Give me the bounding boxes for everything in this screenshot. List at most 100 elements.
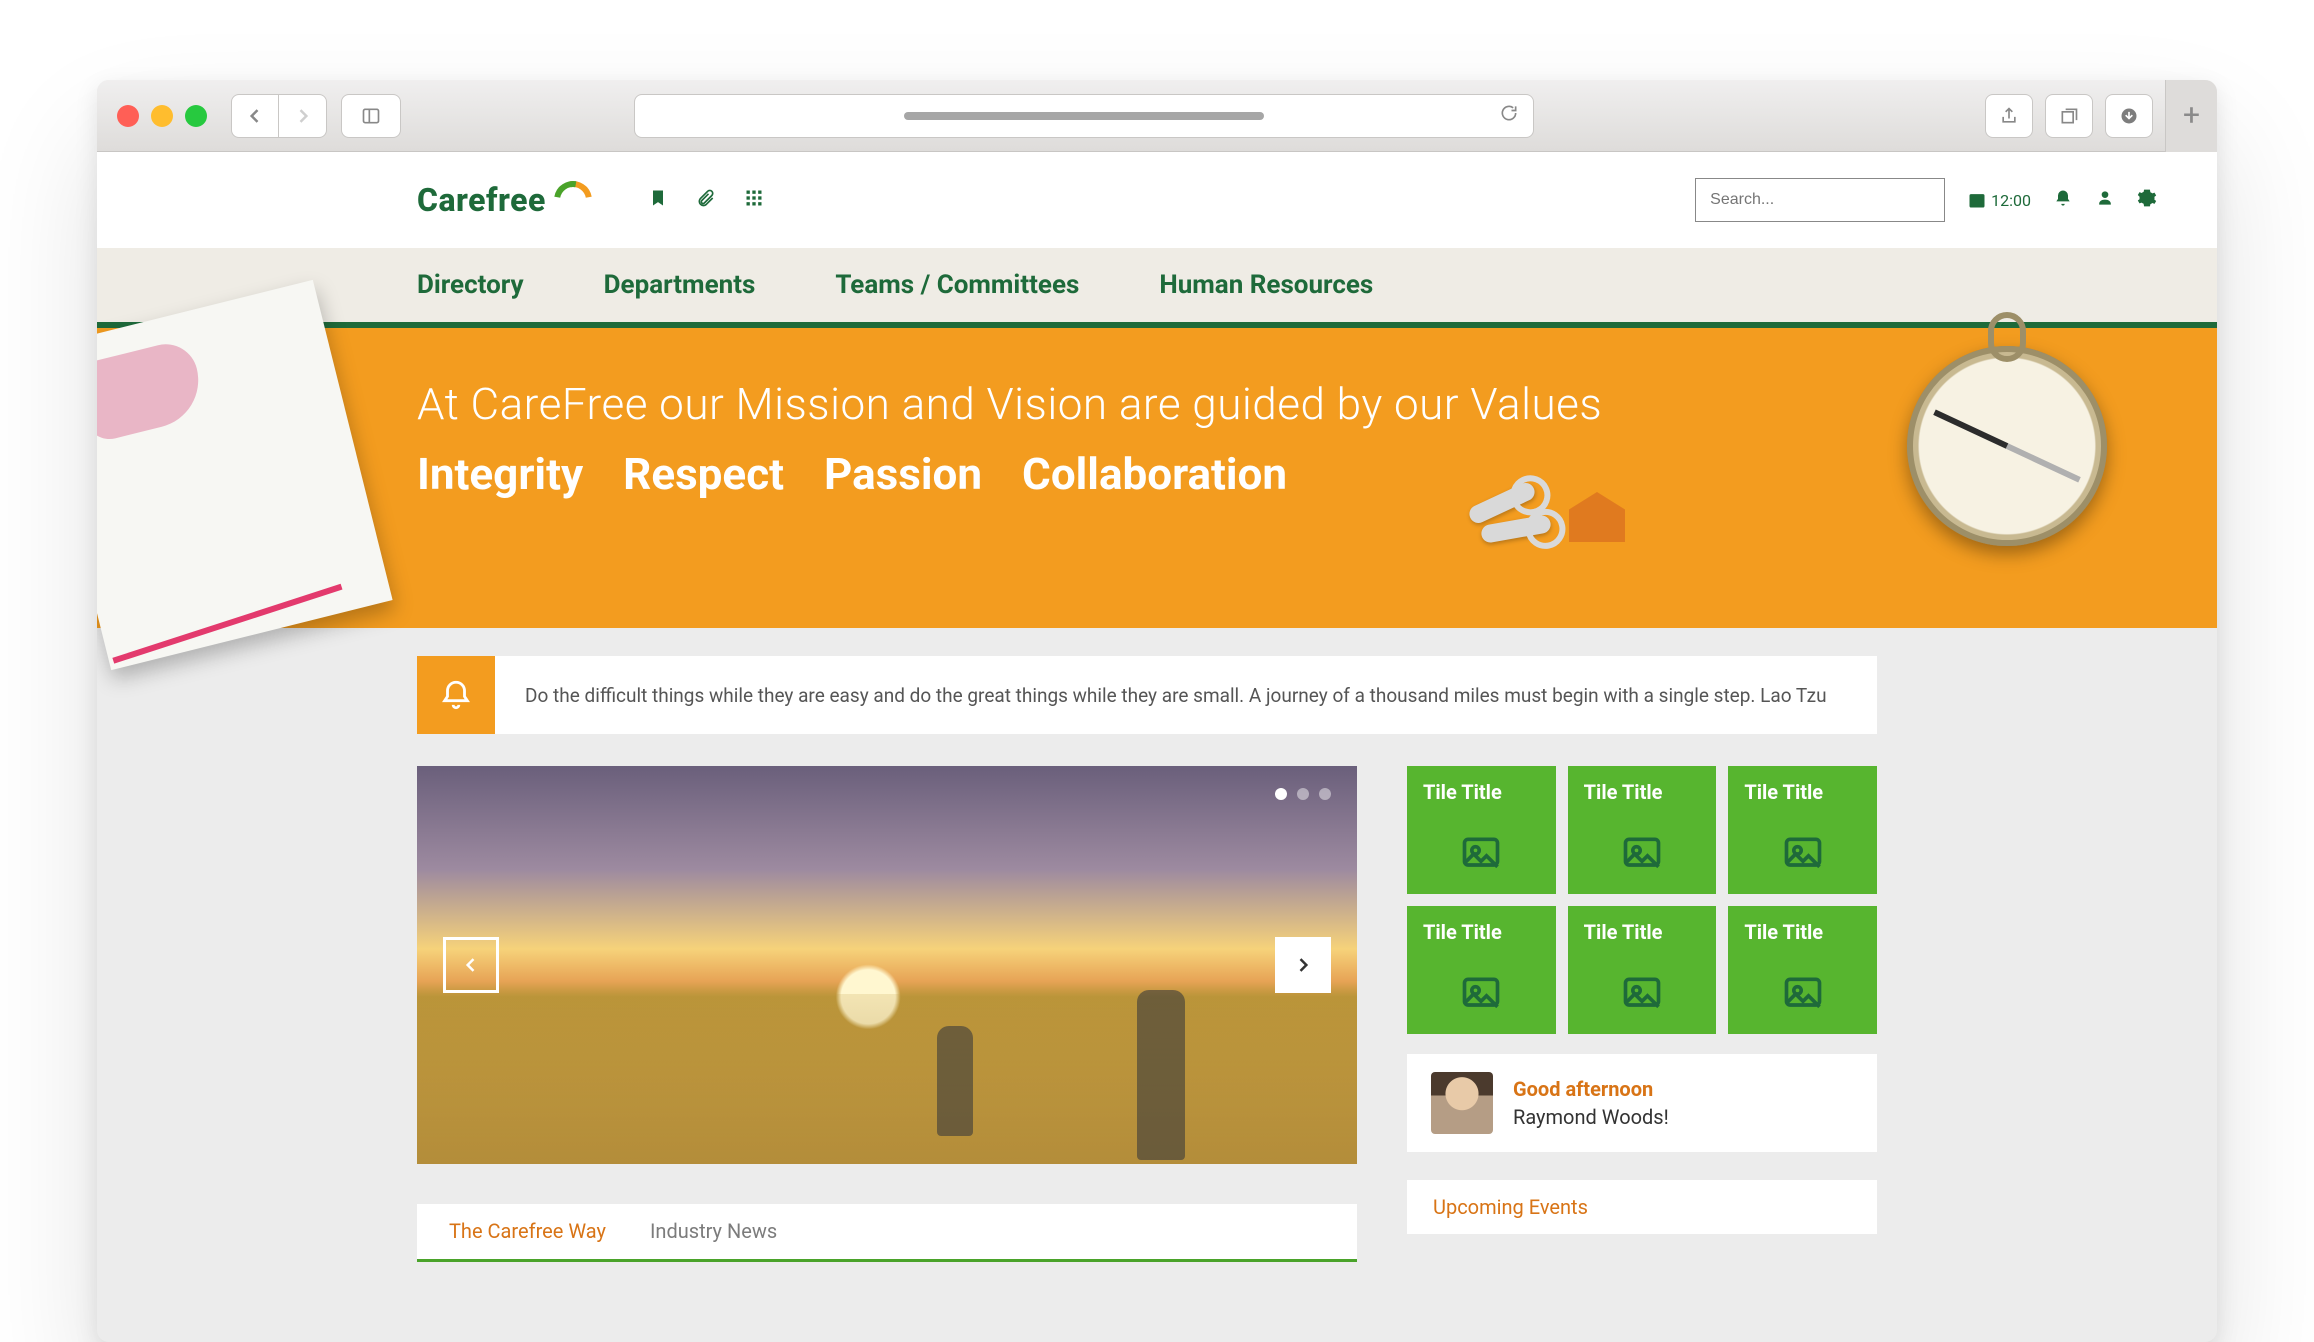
hero-value: Integrity: [417, 448, 583, 500]
minimize-window-button[interactable]: [151, 105, 173, 127]
hero-value: Collaboration: [1022, 448, 1287, 500]
attachment-button[interactable]: [696, 188, 716, 213]
share-button[interactable]: [1985, 94, 2033, 138]
main-column: The Carefree Way Industry News: [417, 766, 1357, 1262]
chevron-left-icon: [461, 955, 481, 975]
gear-icon: [2137, 188, 2157, 208]
tab-industry-news[interactable]: Industry News: [650, 1219, 777, 1259]
image-icon: [1781, 832, 1825, 880]
tile[interactable]: Tile Title: [1407, 766, 1556, 894]
nav-item-departments[interactable]: Departments: [604, 270, 756, 300]
avatar: [1431, 1072, 1493, 1134]
maximize-window-button[interactable]: [185, 105, 207, 127]
carousel-prev-button[interactable]: [443, 937, 499, 993]
tile[interactable]: Tile Title: [1568, 766, 1717, 894]
carousel-dot[interactable]: [1297, 788, 1309, 800]
tile-title: Tile Title: [1423, 780, 1540, 804]
carousel-next-button[interactable]: [1275, 937, 1331, 993]
brand-logo[interactable]: Carefree: [417, 179, 594, 221]
image-icon: [1620, 972, 1664, 1020]
clock[interactable]: 12:00: [1967, 190, 2031, 210]
chevron-right-icon: [1293, 955, 1313, 975]
image-icon: [1459, 972, 1503, 1020]
browser-window: + Carefree: [97, 80, 2217, 1342]
tile-title: Tile Title: [1744, 780, 1861, 804]
user-icon: [2095, 188, 2115, 208]
quote-icon-box: [417, 656, 495, 734]
nav-item-teams-committees[interactable]: Teams / Committees: [835, 270, 1079, 300]
share-icon: [1999, 106, 2019, 126]
tile-title: Tile Title: [1584, 920, 1701, 944]
bookmark-icon: [648, 188, 668, 208]
image-icon: [1781, 972, 1825, 1020]
main-nav: Directory Departments Teams / Committees…: [97, 248, 2217, 328]
content: Do the difficult things while they are e…: [417, 628, 1877, 1342]
sidebar-toggle-button[interactable]: [341, 94, 401, 138]
close-window-button[interactable]: [117, 105, 139, 127]
browser-tools: +: [1985, 80, 2197, 152]
new-tab-button[interactable]: +: [2165, 80, 2217, 152]
nav-back-forward: [231, 94, 327, 138]
hero-value: Passion: [824, 448, 982, 500]
topbar-right: 12:00: [1695, 178, 2157, 222]
window-controls: [117, 105, 207, 127]
hero-keys-image: [1467, 468, 1617, 578]
clock-time: 12:00: [1991, 191, 2031, 210]
notifications-button[interactable]: [2053, 188, 2073, 213]
tab-carefree-way[interactable]: The Carefree Way: [449, 1219, 606, 1259]
topbar-quick-icons: [648, 188, 764, 213]
greeting-card: Good afternoon Raymond Woods!: [1407, 1054, 1877, 1152]
tile-title: Tile Title: [1423, 920, 1540, 944]
hero-values: Integrity Respect Passion Collaboration: [417, 448, 2157, 500]
paperclip-icon: [696, 188, 716, 208]
tile[interactable]: Tile Title: [1728, 906, 1877, 1034]
browser-chrome: +: [97, 80, 2217, 152]
downloads-button[interactable]: [2105, 94, 2153, 138]
image-icon: [1459, 832, 1503, 880]
upcoming-events-header[interactable]: Upcoming Events: [1407, 1180, 1877, 1234]
carousel-dot[interactable]: [1319, 788, 1331, 800]
tabs-button[interactable]: [2045, 94, 2093, 138]
tile-grid: Tile Title Tile Title Tile Title Ti: [1407, 766, 1877, 1034]
forward-button[interactable]: [279, 94, 327, 138]
download-icon: [2119, 106, 2139, 126]
tabs-icon: [2059, 106, 2079, 126]
quote-bar: Do the difficult things while they are e…: [417, 656, 1877, 734]
back-button[interactable]: [231, 94, 279, 138]
search-input[interactable]: [1695, 178, 1945, 222]
quote-text: Do the difficult things while they are e…: [495, 684, 1857, 707]
calendar-icon: [1967, 190, 1987, 210]
address-bar[interactable]: [634, 94, 1534, 138]
side-column: Tile Title Tile Title Tile Title Ti: [1407, 766, 1877, 1262]
bookmark-button[interactable]: [648, 188, 668, 213]
tile[interactable]: Tile Title: [1568, 906, 1717, 1034]
upcoming-events-title: Upcoming Events: [1433, 1195, 1588, 1219]
apps-button[interactable]: [744, 188, 764, 213]
page: Carefree 12:00: [97, 152, 2217, 1342]
hero-carousel: [417, 766, 1357, 1164]
bell-icon: [2053, 188, 2073, 208]
carousel-dot[interactable]: [1275, 788, 1287, 800]
profile-button[interactable]: [2095, 188, 2115, 213]
reload-button[interactable]: [1499, 103, 1519, 129]
brand-glyph: [552, 179, 594, 221]
tile[interactable]: Tile Title: [1728, 766, 1877, 894]
nav-item-directory[interactable]: Directory: [417, 270, 524, 300]
hero-banner: At CareFree our Mission and Vision are g…: [97, 328, 2217, 628]
hero-headline: At CareFree our Mission and Vision are g…: [417, 378, 2157, 430]
url-placeholder: [904, 112, 1264, 120]
nav-item-human-resources[interactable]: Human Resources: [1159, 270, 1373, 300]
brand-name: Carefree: [417, 181, 546, 219]
tile-title: Tile Title: [1744, 920, 1861, 944]
settings-button[interactable]: [2137, 188, 2157, 213]
greeting-hello: Good afternoon: [1513, 1077, 1669, 1101]
site-topbar: Carefree 12:00: [97, 152, 2217, 248]
greeting-name: Raymond Woods!: [1513, 1105, 1669, 1129]
carousel-dots: [1275, 788, 1331, 800]
bell-outline-icon: [439, 678, 473, 712]
apps-grid-icon: [744, 188, 764, 208]
hero-compass-image: [1907, 346, 2107, 546]
chevron-left-icon: [245, 106, 265, 126]
tile[interactable]: Tile Title: [1407, 906, 1556, 1034]
tile-title: Tile Title: [1584, 780, 1701, 804]
